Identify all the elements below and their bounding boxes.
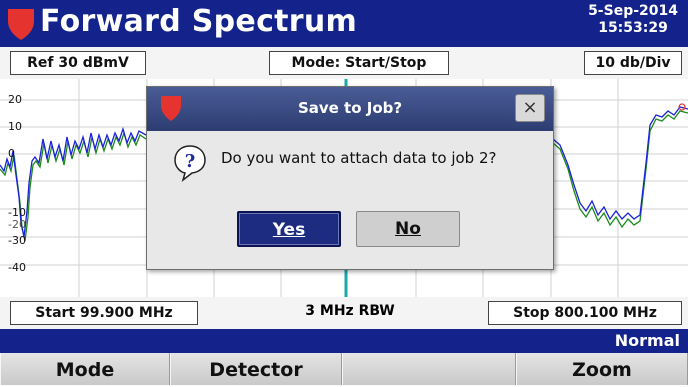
status-strip: Normal (0, 329, 688, 353)
softkey-empty[interactable] (342, 353, 516, 385)
y-tick-label: 0 (8, 147, 15, 160)
rbw-indicator: 3 MHz RBW (305, 303, 395, 319)
y-tick-label: -40 (8, 261, 26, 274)
softkey-detector[interactable]: Detector (170, 353, 342, 385)
softkey-mode[interactable]: Mode (0, 353, 170, 385)
bottom-info-bar: Start 99.900 MHz 3 MHz RBW Stop 800.100 … (0, 297, 688, 329)
reference-trace-right (552, 110, 688, 229)
time: 15:53:29 (598, 20, 668, 36)
dialog-message: Do you want to attach data to job 2? (221, 149, 497, 167)
stop-frequency[interactable]: Stop 800.100 MHz (488, 301, 682, 325)
start-frequency[interactable]: Start 99.900 MHz (10, 301, 198, 325)
yes-button[interactable]: Yes (237, 211, 341, 247)
y-tick-label: -20 (8, 218, 26, 231)
svg-text:?: ? (185, 151, 196, 172)
datetime: 5-Sep-2014 15:53:29 (588, 3, 678, 37)
title-bar: Forward Spectrum 5-Sep-2014 15:53:29 (0, 0, 688, 47)
y-tick-label: -30 (8, 234, 26, 247)
dialog-title: Save to Job? (297, 99, 403, 117)
scale-indicator[interactable]: 10 db/Div (584, 51, 682, 75)
close-icon[interactable]: × (515, 94, 545, 122)
yes-button-label: Yes (272, 220, 306, 240)
no-button[interactable]: No (356, 211, 460, 247)
question-icon: ? (174, 145, 206, 182)
mode-indicator[interactable]: Mode: Start/Stop (269, 51, 449, 75)
reference-level[interactable]: Ref 30 dBmV (10, 51, 146, 75)
date: 5-Sep-2014 (588, 3, 678, 19)
detector-mode-status: Normal (614, 331, 680, 350)
top-info-bar: Ref 30 dBmV Mode: Start/Stop 10 db/Div (0, 47, 688, 79)
y-tick-label: 20 (8, 93, 22, 106)
softkey-bar: Mode Detector Zoom (0, 353, 688, 385)
brand-shield-logo (8, 9, 34, 40)
y-tick-label: 10 (8, 120, 22, 133)
no-button-label: No (395, 219, 421, 239)
softkey-zoom[interactable]: Zoom (516, 353, 688, 385)
live-trace-right (552, 106, 688, 221)
page-title: Forward Spectrum (40, 4, 358, 39)
dialog-title-bar: Save to Job? × (147, 87, 553, 131)
save-to-job-dialog: Save to Job? × ? Do you want to attach d… (146, 86, 554, 270)
